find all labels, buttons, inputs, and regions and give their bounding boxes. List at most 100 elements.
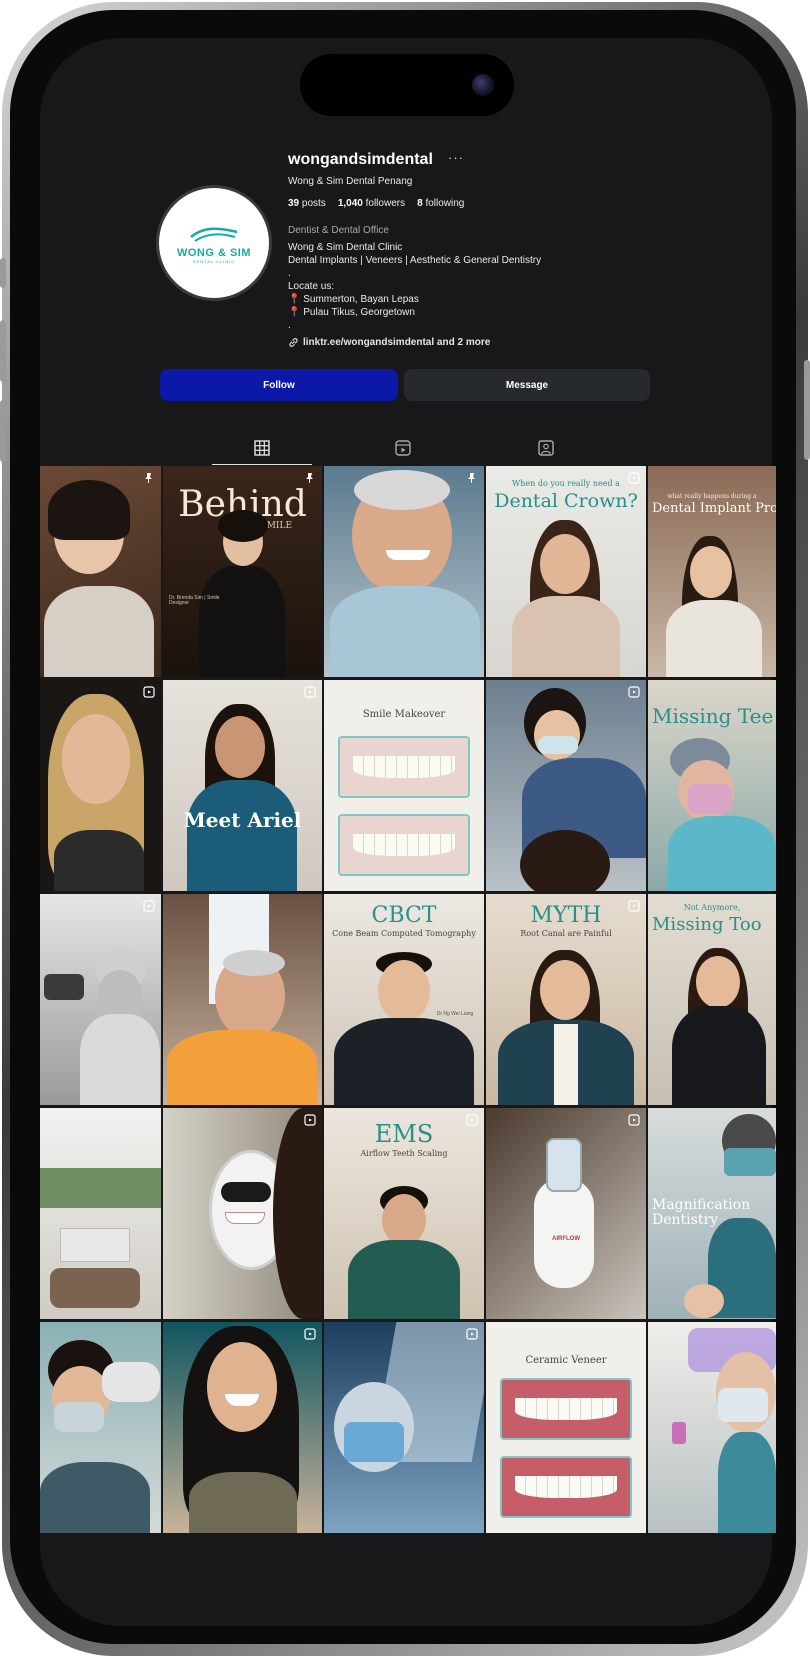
post-caption: MYTH (530, 903, 602, 928)
reel-badge-icon (143, 686, 155, 698)
reel-badge-icon (143, 900, 155, 912)
post-tile[interactable]: Ceramic Veneer (486, 1322, 646, 1533)
post-subcaption: Not Anymore, (683, 903, 741, 912)
active-tab-indicator (212, 464, 312, 465)
pin-icon: 📍 (288, 307, 301, 318)
bio-line: . (288, 268, 291, 279)
reel-badge-icon (466, 1114, 478, 1126)
post-tile[interactable]: MYTH Root Canal are Painful (486, 894, 646, 1105)
post-tile[interactable] (324, 466, 484, 677)
more-options-icon[interactable]: ··· (448, 150, 464, 165)
post-tile[interactable]: what really happens during a Dental Impl… (648, 466, 776, 677)
volume-up-button (0, 320, 6, 382)
post-tile[interactable]: CBCT Cone Beam Computed Tomography Dr Ng… (324, 894, 484, 1105)
reel-badge-icon (628, 472, 640, 484)
follow-button[interactable]: Follow (160, 369, 398, 401)
profile-full-name: Wong & Sim Dental Penang (288, 176, 413, 187)
following-count: 8 (417, 198, 423, 209)
stat-posts[interactable]: 39 posts (288, 198, 326, 209)
stat-followers[interactable]: 1,040 followers (338, 198, 405, 209)
reel-badge-icon (628, 900, 640, 912)
bio-location: 📍 Pulau Tikus, Georgetown (288, 306, 541, 319)
profile-stats: 39 posts 1,040 followers 8 following (288, 198, 464, 209)
post-tile[interactable]: Meet Ariel (163, 680, 322, 891)
camera-icon (472, 74, 494, 96)
bio-line: Wong & Sim Dental Clinic (288, 242, 403, 253)
post-tile[interactable]: Missing Tee (648, 680, 776, 891)
bio-line: Locate us: (288, 281, 335, 292)
post-small-text: Dr Ng Wei Liang (436, 1011, 474, 1017)
post-caption: Missing Too (652, 914, 762, 935)
profile-bio: Wong & Sim Dental Clinic Dental Implants… (288, 241, 541, 332)
reel-badge-icon (628, 1114, 640, 1126)
reel-badge-icon (304, 1328, 316, 1340)
wave-logo-icon (190, 226, 238, 242)
following-label: following (425, 198, 465, 209)
post-small-text: Dr. Brenda Sim | Smile Designer (169, 595, 220, 607)
post-tile[interactable] (648, 1322, 776, 1533)
post-tile[interactable] (40, 1108, 161, 1319)
post-tile[interactable]: EMS Airflow Teeth Scaling (324, 1108, 484, 1319)
post-tile[interactable]: Behind the SMILE Dr. Brenda Sim | Smile … (163, 466, 322, 677)
tab-reels[interactable] (393, 438, 413, 458)
bio-line: Dental Implants | Veneers | Aesthetic & … (288, 255, 542, 266)
posts-label: posts (301, 198, 326, 209)
post-tile[interactable] (163, 894, 322, 1105)
post-subcaption: Cone Beam Computed Tomography (332, 929, 476, 938)
posts-grid: Behind the SMILE Dr. Brenda Sim | Smile … (40, 466, 776, 1533)
teeth-before-image (338, 736, 470, 798)
post-tile[interactable] (40, 466, 161, 677)
post-subcaption: When do you really need a (512, 479, 620, 488)
reels-icon (395, 440, 411, 456)
post-tile[interactable]: AIRFLOW (486, 1108, 646, 1319)
post-tile[interactable] (40, 1322, 161, 1533)
bio-line: . (288, 320, 291, 331)
followers-label: followers (365, 198, 406, 209)
post-tile[interactable] (486, 680, 646, 891)
reel-badge-icon (466, 1328, 478, 1340)
profile-link[interactable]: linktr.ee/wongandsimdental and 2 more (288, 337, 490, 348)
message-button[interactable]: Message (404, 369, 650, 401)
post-tile[interactable]: Smile Makeover (324, 680, 484, 891)
stat-following[interactable]: 8 following (417, 198, 464, 209)
post-caption: Ceramic Veneer (525, 1355, 607, 1366)
post-tile[interactable] (40, 894, 161, 1105)
power-button (804, 360, 810, 460)
pin-icon (306, 473, 313, 483)
veneer-before-image (500, 1378, 632, 1440)
post-tile[interactable] (324, 1322, 484, 1533)
profile-category: Dentist & Dental Office (288, 225, 389, 236)
link-text: linktr.ee/wongandsimdental and 2 more (303, 337, 491, 348)
grid-icon (254, 440, 270, 456)
post-tile[interactable]: When do you really need a Dental Crown? (486, 466, 646, 677)
pin-icon (145, 473, 152, 483)
post-subcaption: Root Canal are Painful (520, 929, 612, 938)
link-icon (289, 338, 298, 347)
post-caption: Dental Implant Proced (652, 501, 776, 516)
post-tile[interactable] (163, 1322, 322, 1533)
avatar-brand-sub: DENTAL CLINIC (192, 258, 236, 264)
post-tile[interactable]: Magnification Dentistry (648, 1108, 776, 1319)
location-text: Summerton, Bayan Lepas (303, 294, 419, 305)
action-button (0, 258, 6, 288)
tab-tagged[interactable] (536, 438, 556, 458)
profile-username: wongandsimdental (288, 151, 433, 168)
teeth-after-image (338, 814, 470, 876)
post-tile[interactable] (40, 680, 161, 891)
profile-avatar[interactable]: WONG & SIM DENTAL CLINIC (156, 185, 272, 301)
pin-icon (468, 473, 475, 483)
post-caption: Smile Makeover (362, 709, 446, 720)
posts-count: 39 (288, 198, 300, 209)
pin-icon: 📍 (288, 294, 301, 305)
followers-count: 1,040 (337, 198, 363, 209)
tab-posts[interactable] (252, 438, 272, 458)
post-caption: Missing Tee (652, 704, 774, 728)
reel-badge-icon (304, 686, 316, 698)
post-caption: Meet Ariel (183, 808, 302, 832)
post-tile[interactable] (163, 1108, 322, 1319)
post-caption: Dental Crown? (494, 490, 638, 512)
bio-location: 📍 Summerton, Bayan Lepas (288, 293, 541, 306)
post-tile[interactable]: Not Anymore, Missing Too (648, 894, 776, 1105)
reel-badge-icon (304, 1114, 316, 1126)
avatar-brand-text: WONG & SIM (176, 246, 252, 259)
